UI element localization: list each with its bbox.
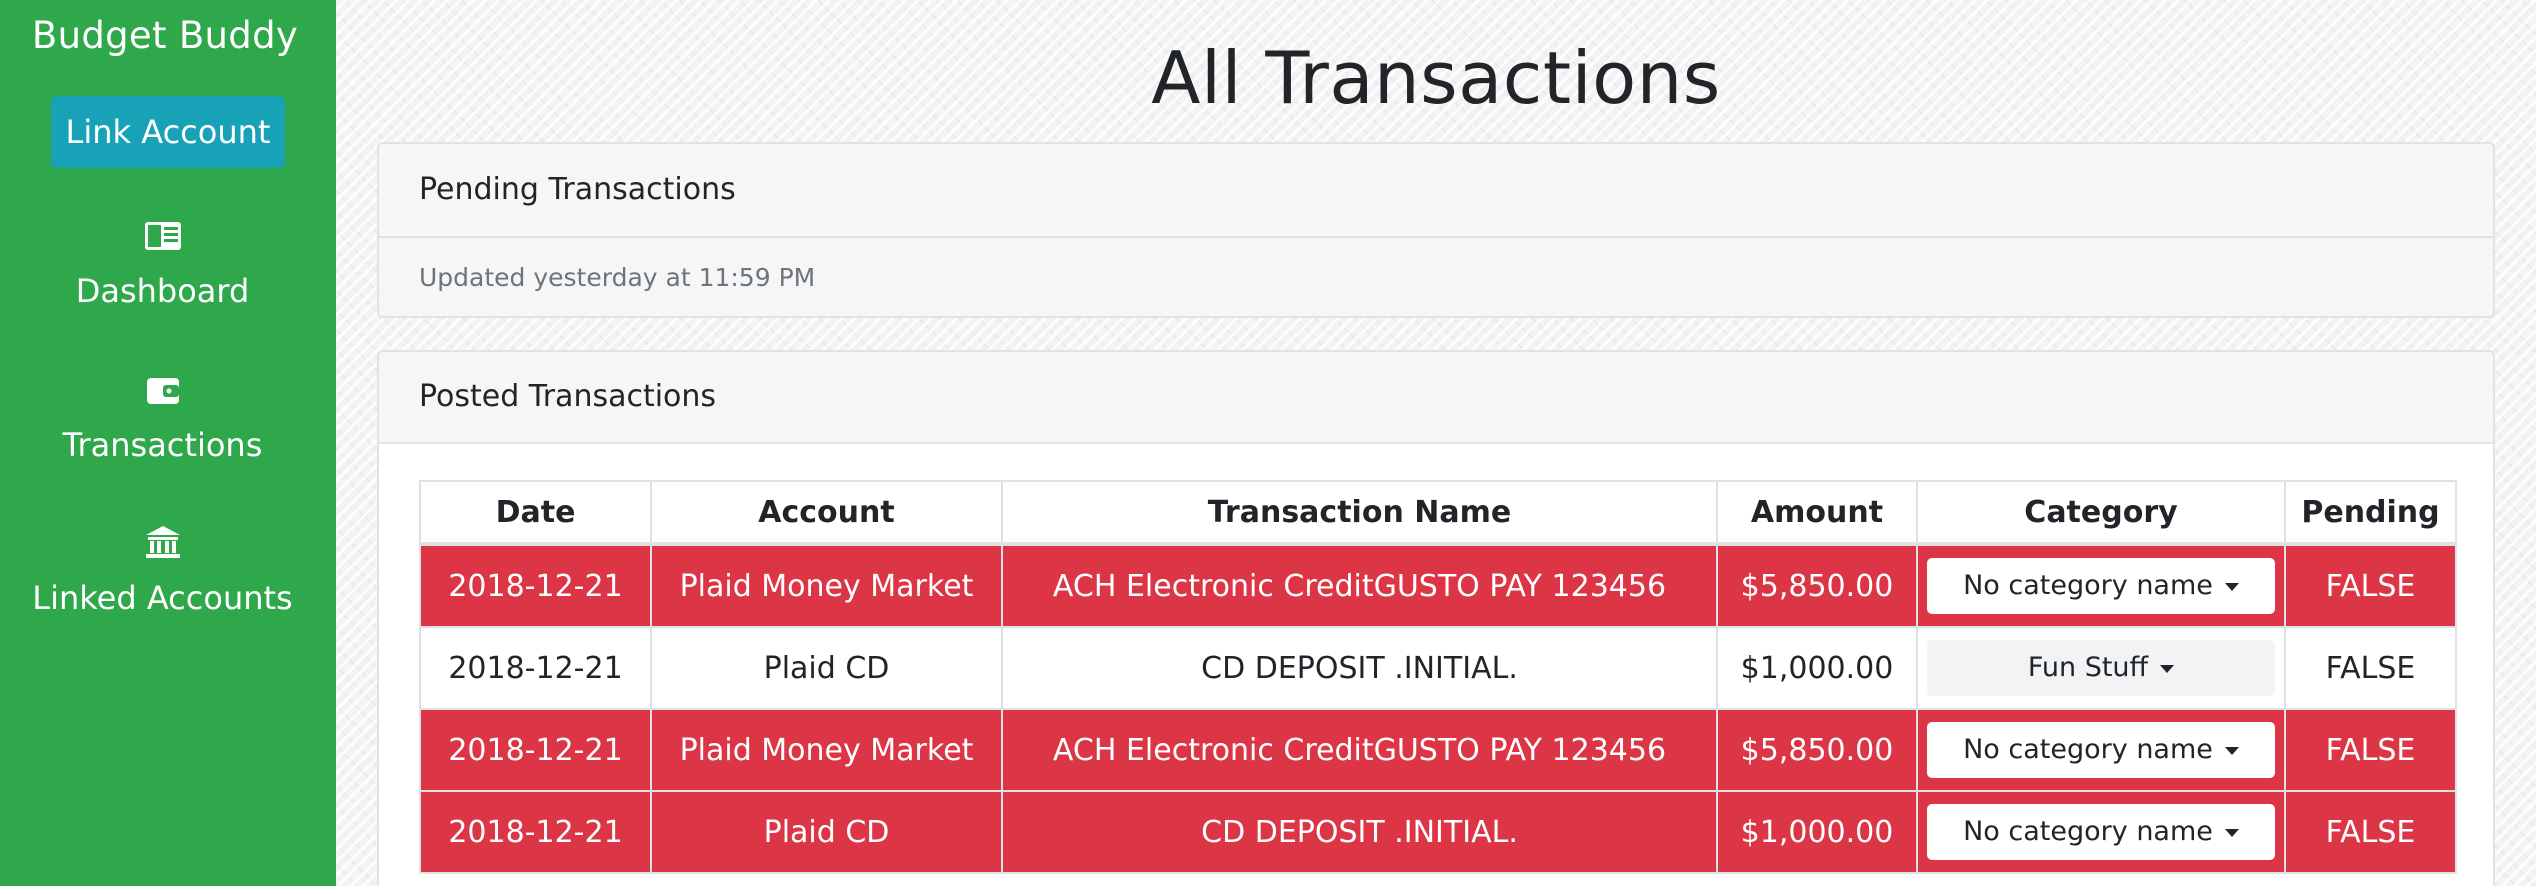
cell-date: 2018-12-21 [419, 708, 652, 792]
pending-updated-text: Updated yesterday at 11:59 PM [379, 238, 2493, 316]
column-header-amount[interactable]: Amount [1716, 480, 1918, 546]
cell-date: 2018-12-21 [419, 543, 652, 628]
cell-amount: $5,850.00 [1716, 708, 1918, 792]
column-header-transaction-name[interactable]: Transaction Name [1001, 480, 1718, 546]
wallet-icon [146, 378, 179, 404]
dashboard-icon [144, 222, 181, 250]
link-account-button[interactable]: Link Account [51, 96, 285, 168]
cell-transaction-name: CD DEPOSIT .INITIAL. [1001, 790, 1718, 874]
sidebar: Budget Buddy Link Account Dashboard Tran… [0, 0, 336, 886]
category-dropdown-label: No category name [1963, 734, 2213, 765]
table-row[interactable]: 2018-12-21 Plaid CD CD DEPOSIT .INITIAL.… [419, 790, 2457, 874]
sidebar-item-label: Transactions [62, 426, 263, 464]
table-header-row: Date Account Transaction Name Amount Cat… [419, 480, 2457, 546]
cell-category: No category name [1916, 543, 2286, 628]
category-dropdown[interactable]: No category name [1927, 722, 2275, 778]
sidebar-item-transactions[interactable]: Transactions [0, 370, 325, 464]
table-row[interactable]: 2018-12-21 Plaid CD CD DEPOSIT .INITIAL.… [419, 626, 2457, 710]
caret-down-icon [2224, 746, 2239, 755]
sidebar-item-linked-accounts[interactable]: Linked Accounts [0, 523, 325, 617]
transactions-table: Date Account Transaction Name Amount Cat… [419, 480, 2457, 874]
pending-transactions-header: Pending Transactions [379, 144, 2493, 238]
cell-category: Fun Stuff [1916, 626, 2286, 710]
cell-account: Plaid CD [650, 626, 1003, 710]
cell-pending: FALSE [2284, 790, 2457, 874]
table-row[interactable]: 2018-12-21 Plaid Money Market ACH Electr… [419, 543, 2457, 628]
cell-category: No category name [1916, 708, 2286, 792]
column-header-date[interactable]: Date [419, 480, 652, 546]
cell-pending: FALSE [2284, 543, 2457, 628]
category-dropdown[interactable]: No category name [1927, 558, 2275, 614]
cell-transaction-name: ACH Electronic CreditGUSTO PAY 123456 [1001, 543, 1718, 628]
category-dropdown[interactable]: No category name [1927, 804, 2275, 860]
category-dropdown-label: No category name [1963, 570, 2213, 601]
table-row[interactable]: 2018-12-21 Plaid Money Market ACH Electr… [419, 708, 2457, 792]
column-header-category[interactable]: Category [1916, 480, 2286, 546]
column-header-account[interactable]: Account [650, 480, 1003, 546]
cell-transaction-name: ACH Electronic CreditGUSTO PAY 123456 [1001, 708, 1718, 792]
cell-transaction-name: CD DEPOSIT .INITIAL. [1001, 626, 1718, 710]
column-header-pending[interactable]: Pending [2284, 480, 2457, 546]
caret-down-icon [2160, 664, 2175, 673]
cell-account: Plaid Money Market [650, 708, 1003, 792]
pending-transactions-card: Pending Transactions Updated yesterday a… [377, 142, 2495, 318]
cell-pending: FALSE [2284, 626, 2457, 710]
cell-date: 2018-12-21 [419, 790, 652, 874]
cell-category: No category name [1916, 790, 2286, 874]
cell-account: Plaid Money Market [650, 543, 1003, 628]
posted-transactions-card: Posted Transactions Date Account Transac… [377, 350, 2495, 886]
caret-down-icon [2224, 582, 2239, 591]
cell-amount: $5,850.00 [1716, 543, 1918, 628]
sidebar-item-label: Dashboard [75, 272, 250, 310]
posted-transactions-header: Posted Transactions [379, 352, 2493, 444]
brand-title[interactable]: Budget Buddy [0, 14, 330, 57]
sidebar-item-dashboard[interactable]: Dashboard [0, 216, 325, 310]
category-dropdown[interactable]: Fun Stuff [1927, 640, 2275, 696]
category-dropdown-label: Fun Stuff [2027, 652, 2149, 683]
cell-pending: FALSE [2284, 708, 2457, 792]
cell-date: 2018-12-21 [419, 626, 652, 710]
page-title: All Transactions [1151, 36, 1721, 120]
caret-down-icon [2224, 828, 2239, 837]
cell-amount: $1,000.00 [1716, 790, 1918, 874]
category-dropdown-label: No category name [1963, 816, 2213, 847]
cell-amount: $1,000.00 [1716, 626, 1918, 710]
bank-icon [145, 526, 180, 558]
sidebar-item-label: Linked Accounts [32, 579, 293, 617]
cell-account: Plaid CD [650, 790, 1003, 874]
